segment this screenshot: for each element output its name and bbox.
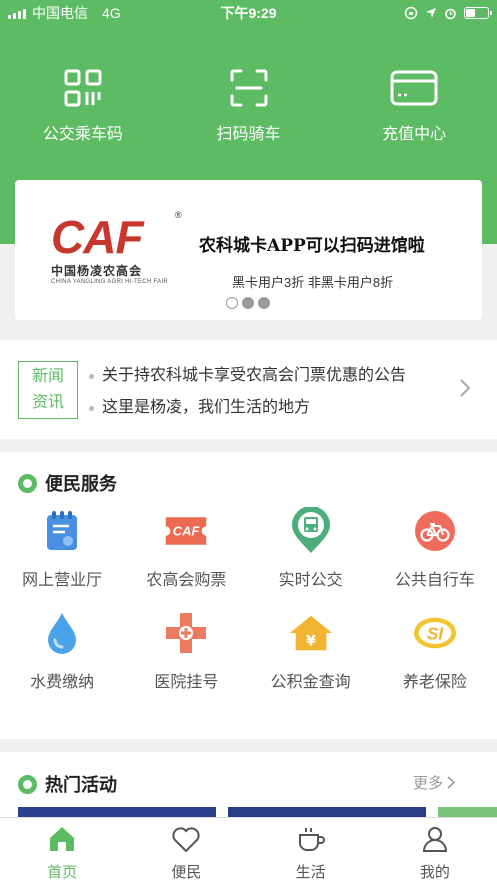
services-grid: 网上营业厅 CAF 农高会购票 实时公交 公共自行车 水费缴纳 医院挂号 ¥ 公… — [0, 507, 497, 692]
service-label: 公共自行车 — [394, 572, 475, 589]
status-bar: 中国电信 4G 下午9:29 — [0, 0, 497, 26]
news-tag-line2: 资讯 — [31, 394, 64, 411]
service-hospital-registration[interactable]: 医院挂号 — [124, 610, 248, 692]
service-label: 农高会购票 — [146, 572, 227, 589]
caf-logo-text: CAF — [51, 211, 144, 263]
news-tag: 新闻 资讯 — [18, 361, 78, 419]
bicycle-icon — [412, 508, 458, 554]
hot-title: 热门活动 — [45, 775, 117, 795]
alarm-icon — [445, 8, 456, 19]
chevron-right-icon — [447, 776, 455, 789]
coffee-cup-icon — [298, 828, 325, 851]
service-label: 实时公交 — [278, 572, 343, 589]
svg-text:¥: ¥ — [306, 633, 316, 649]
service-label: 养老保险 — [402, 674, 467, 691]
location-icon — [426, 8, 436, 18]
carrier: 中国电信 — [32, 5, 88, 21]
caf-logo: CAF ® 中国杨凌农高会 CHINA YANGLING AGRI HI-TEC… — [51, 210, 191, 285]
chevron-right-icon[interactable] — [459, 378, 471, 398]
services-section: 便民服务 网上营业厅 CAF 农高会购票 实时公交 公共自行车 水费缴纳 医院挂… — [0, 452, 497, 739]
tab-life[interactable]: 生活 — [249, 818, 373, 883]
qr-code-icon — [64, 69, 102, 107]
caf-logo-chinese: 中国杨凌农高会 — [51, 264, 143, 278]
tab-label: 便民 — [171, 864, 202, 881]
scan-ride-button[interactable]: 扫码骑车 — [166, 68, 332, 144]
tab-convenience[interactable]: 便民 — [124, 818, 248, 883]
caf-logo-english: CHINA YANGLING AGRI HI-TECH FAIR — [51, 279, 169, 285]
housing-fund-icon: ¥ — [288, 610, 334, 656]
more-link[interactable]: 更多 — [413, 772, 455, 793]
card-icon — [390, 70, 438, 106]
service-label: 医院挂号 — [154, 674, 219, 691]
service-caf-ticket[interactable]: CAF 农高会购票 — [124, 508, 248, 590]
carousel-dot[interactable] — [226, 297, 238, 309]
tab-label: 我的 — [419, 864, 450, 881]
service-hall-icon — [39, 508, 85, 554]
hospital-icon — [163, 610, 209, 656]
service-label: 水费缴纳 — [30, 674, 95, 691]
service-pension-insurance[interactable]: SI 养老保险 — [373, 610, 497, 692]
service-label: 公积金查询 — [270, 674, 351, 691]
signal-icon — [8, 7, 26, 19]
news-list: 关于持农科城卡享受农高会门票优惠的公告 这里是杨凌，我们生活的地方 — [89, 360, 406, 424]
tab-mine[interactable]: 我的 — [373, 818, 497, 883]
news-section[interactable]: 新闻 资讯 关于持农科城卡享受农高会门票优惠的公告 这里是杨凌，我们生活的地方 — [0, 340, 497, 439]
quick-actions: 公交乘车码 扫码骑车 充值中心 — [0, 68, 497, 144]
news-item[interactable]: 这里是杨凌，我们生活的地方 — [89, 392, 406, 424]
scan-ride-label: 扫码骑车 — [216, 126, 281, 143]
carousel-dot[interactable] — [242, 297, 254, 309]
home-icon — [50, 827, 75, 851]
caf-ticket-icon: CAF — [163, 508, 209, 554]
tab-label: 生活 — [295, 864, 326, 881]
scan-icon — [230, 69, 267, 107]
svg-text:SI: SI — [427, 624, 445, 644]
recharge-center-button[interactable]: 充值中心 — [331, 68, 497, 144]
services-title: 便民服务 — [45, 474, 117, 494]
news-item[interactable]: 关于持农科城卡享受农高会门票优惠的公告 — [89, 360, 406, 392]
carousel-dot[interactable] — [258, 297, 270, 309]
section-ring-icon — [18, 473, 37, 493]
bus-code-button[interactable]: 公交乘车码 — [0, 68, 166, 144]
bus-code-label: 公交乘车码 — [42, 126, 123, 143]
pension-icon: SI — [412, 610, 458, 656]
tab-home[interactable]: 首页 — [0, 818, 124, 883]
service-public-bicycle[interactable]: 公共自行车 — [373, 508, 497, 590]
rotation-lock-icon — [404, 6, 418, 20]
banner-subtitle: 黑卡用户3折 非黑卡用户8折 — [232, 275, 394, 290]
more-label: 更多 — [412, 775, 443, 792]
section-ring-icon — [18, 774, 37, 794]
network-type: 4G — [102, 5, 121, 21]
service-housing-fund[interactable]: ¥ 公积金查询 — [249, 610, 373, 692]
registered-mark: ® — [175, 210, 182, 220]
water-drop-icon — [39, 610, 85, 656]
service-online-hall[interactable]: 网上营业厅 — [0, 508, 124, 590]
hot-header: 热门活动 — [18, 771, 117, 797]
tab-bar: 首页 便民 生活 我的 — [0, 817, 497, 883]
tab-label: 首页 — [47, 864, 78, 881]
services-header: 便民服务 — [18, 470, 117, 496]
hot-activities-section: 热门活动 更多 — [0, 752, 497, 822]
battery-icon — [464, 7, 492, 19]
banner-title: 农科城卡APP可以扫码进馆啦 — [199, 236, 425, 256]
user-icon — [422, 827, 447, 852]
heart-icon — [172, 827, 200, 853]
promo-banner[interactable]: CAF ® 中国杨凌农高会 CHINA YANGLING AGRI HI-TEC… — [15, 180, 482, 320]
carousel-dots — [226, 297, 270, 309]
recharge-center-label: 充值中心 — [382, 126, 447, 143]
service-realtime-bus[interactable]: 实时公交 — [249, 507, 373, 590]
svg-text:CAF: CAF — [173, 524, 201, 539]
service-label: 网上营业厅 — [22, 572, 103, 589]
news-tag-line1: 新闻 — [31, 368, 64, 385]
bus-icon — [288, 507, 334, 554]
service-water-bill[interactable]: 水费缴纳 — [0, 610, 124, 692]
